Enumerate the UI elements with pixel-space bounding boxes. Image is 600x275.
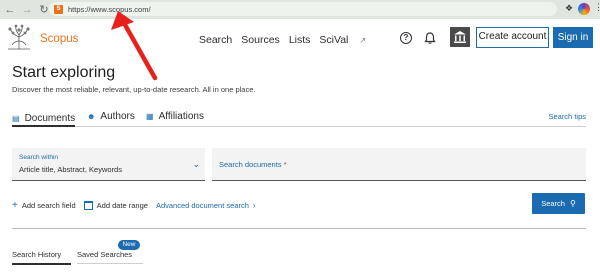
tab-authors-label: Authors bbox=[100, 111, 135, 122]
new-badge: New bbox=[118, 240, 140, 250]
person-icon: ☻ bbox=[87, 112, 96, 121]
external-link-icon: ↗ bbox=[359, 36, 367, 45]
tab-documents-label: Documents bbox=[24, 112, 76, 124]
nav-sources[interactable]: Sources bbox=[241, 34, 280, 46]
calendar-icon bbox=[83, 200, 93, 210]
bell-icon[interactable] bbox=[423, 31, 437, 45]
search-within-select[interactable]: Search within Article title, Abstract, K… bbox=[12, 148, 205, 181]
forward-arrow-icon[interactable]: → bbox=[20, 3, 34, 17]
advanced-search-label: Advanced document search bbox=[155, 200, 249, 210]
tab-search-history[interactable]: Search History bbox=[12, 250, 71, 265]
add-search-field-button[interactable]: + Add search field bbox=[12, 200, 76, 211]
profile-avatar[interactable] bbox=[578, 3, 590, 15]
search-panel: Search within Article title, Abstract, K… bbox=[12, 148, 586, 181]
plus-icon: + bbox=[12, 199, 18, 211]
elsevier-logo[interactable] bbox=[4, 23, 34, 51]
tab-authors[interactable]: ☻ Authors bbox=[87, 111, 135, 122]
nav-scival-label: SciVal bbox=[319, 34, 349, 46]
create-account-button[interactable]: Create account bbox=[476, 27, 549, 48]
add-search-field-label: Add search field bbox=[21, 200, 76, 210]
menu-dots-icon[interactable]: ⋮ bbox=[594, 2, 600, 13]
search-tips-link[interactable]: Search tips bbox=[548, 112, 586, 121]
chevron-down-icon: ⌄ bbox=[192, 159, 200, 169]
site-favicon-icon: S bbox=[54, 4, 63, 14]
brand-name[interactable]: Scopus bbox=[40, 33, 78, 45]
tab-affiliations-label: Affiliations bbox=[158, 111, 204, 122]
help-icon[interactable]: ? bbox=[400, 32, 412, 44]
puzzle-icon[interactable]: ❖ bbox=[565, 3, 573, 14]
nav-search[interactable]: Search bbox=[199, 34, 232, 46]
url-text[interactable]: https://www.scopus.com/ bbox=[68, 5, 151, 14]
search-documents-input[interactable]: Search documents * bbox=[212, 148, 586, 181]
search-icon: ⚲ bbox=[569, 199, 576, 208]
nav-scival[interactable]: SciVal ↗ bbox=[319, 34, 375, 46]
required-marker: * bbox=[283, 160, 287, 169]
search-within-label: Search within bbox=[19, 154, 59, 161]
advanced-search-link[interactable]: Advanced document search › bbox=[156, 201, 256, 210]
tab-saved-searches[interactable]: Saved Searches bbox=[77, 250, 143, 264]
nav-lists[interactable]: Lists bbox=[289, 34, 311, 46]
building-icon: ▦ bbox=[146, 112, 154, 121]
chevron-right-icon: › bbox=[252, 200, 256, 210]
browser-toolbar: ← → ↻ S https://www.scopus.com/ ❖ ⋮ bbox=[0, 0, 600, 19]
search-within-value: Article title, Abstract, Keywords bbox=[19, 165, 122, 174]
top-navigation: Search Sources Lists SciVal ↗ bbox=[199, 34, 384, 46]
address-bar[interactable]: S https://www.scopus.com/ bbox=[49, 2, 557, 16]
add-date-range-label: Add date range bbox=[96, 200, 148, 210]
page-subtitle: Discover the most reliable, relevant, up… bbox=[12, 85, 256, 94]
document-icon: ▤ bbox=[12, 113, 20, 123]
search-controls: + Add search field Add date range Advanc… bbox=[12, 199, 256, 211]
tab-documents[interactable]: ▤ Documents bbox=[12, 111, 76, 127]
institution-icon[interactable] bbox=[450, 27, 470, 47]
page-title: Start exploring bbox=[12, 64, 116, 81]
sign-in-button[interactable]: Sign in bbox=[553, 27, 593, 48]
back-arrow-icon[interactable]: ← bbox=[3, 3, 17, 17]
search-documents-label: Search documents * bbox=[219, 160, 287, 169]
site-header: Scopus Search Sources Lists SciVal ↗ ? Cr… bbox=[0, 19, 600, 57]
section-divider bbox=[12, 228, 586, 229]
search-button-label: Search bbox=[541, 199, 565, 208]
add-date-range-button[interactable]: Add date range bbox=[83, 200, 148, 210]
search-button[interactable]: Search ⚲ bbox=[532, 193, 585, 214]
tab-affiliations[interactable]: ▦ Affiliations bbox=[146, 111, 204, 122]
search-type-tabs: ▤ Documents ☻ Authors ▦ Affiliations Sea… bbox=[12, 108, 586, 127]
